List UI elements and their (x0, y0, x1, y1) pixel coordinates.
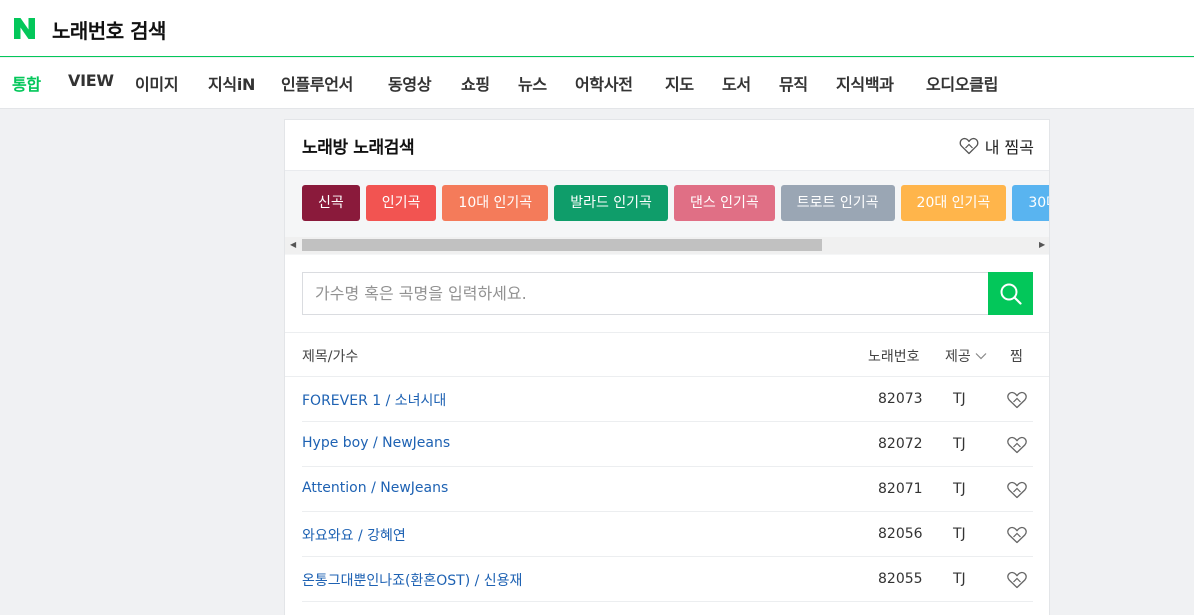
search-button[interactable] (988, 272, 1033, 315)
result-list: FOREVER 1 / 소녀시대 82073 TJ Hype boy / New… (302, 377, 1033, 602)
song-provider: TJ (953, 436, 966, 452)
table-row: Hype boy / NewJeans 82072 TJ (302, 422, 1033, 467)
tab-shopping[interactable]: 쇼핑 (461, 71, 490, 95)
tab-dictionary[interactable]: 어학사전 (575, 71, 633, 95)
song-number: 82071 (878, 481, 923, 497)
chip-ballad-popular[interactable]: 발라드 인기곡 (554, 185, 668, 221)
song-number: 82073 (878, 391, 923, 407)
favorite-heart-icon[interactable] (1006, 526, 1028, 544)
tab-view[interactable]: VIEW (68, 71, 114, 90)
song-number: 82056 (878, 526, 923, 542)
header-song-number: 노래번호 (868, 349, 920, 365)
song-number: 82055 (878, 571, 923, 587)
song-search-input[interactable] (302, 272, 988, 315)
song-title-link[interactable]: Attention / NewJeans (302, 480, 448, 496)
song-search-form (302, 272, 1033, 315)
page-title: 노래번호 검색 (52, 19, 166, 43)
chip-dance-popular[interactable]: 댄스 인기곡 (673, 185, 775, 221)
chip-new-songs[interactable]: 신곡 (302, 185, 360, 221)
tab-map[interactable]: 지도 (665, 71, 694, 95)
tab-images[interactable]: 이미지 (135, 71, 179, 95)
chip-teens-popular[interactable]: 10대 인기곡 (442, 185, 549, 221)
tab-videos[interactable]: 동영상 (388, 71, 432, 95)
table-row: 온통그대뿐인나죠(환혼OST) / 신용재 82055 TJ (302, 557, 1033, 602)
favorite-heart-icon[interactable] (1006, 391, 1028, 409)
tab-audioclip[interactable]: 오디오클립 (926, 71, 998, 95)
my-favorites-label: 내 찜곡 (984, 138, 1034, 157)
top-bar: 노래번호 검색 (0, 0, 1194, 57)
song-title-link[interactable]: Hype boy / NewJeans (302, 435, 450, 451)
table-row: Attention / NewJeans 82071 TJ (302, 467, 1033, 512)
tab-books[interactable]: 도서 (722, 71, 751, 95)
favorite-heart-icon[interactable] (1006, 436, 1028, 454)
song-title-link[interactable]: 온통그대뿐인나죠(환혼OST) / 신용재 (302, 570, 522, 590)
search-icon (1000, 283, 1022, 305)
chip-row: 신곡 인기곡 10대 인기곡 발라드 인기곡 댄스 인기곡 트로트 인기곡 20… (302, 185, 1049, 221)
chip-trot-popular[interactable]: 트로트 인기곡 (780, 185, 895, 221)
chevron-down-icon (975, 353, 987, 360)
song-provider: TJ (953, 481, 966, 497)
scroll-left-arrow-icon[interactable]: ◀ (290, 240, 296, 250)
tab-news[interactable]: 뉴스 (518, 71, 547, 95)
favorite-heart-icon[interactable] (1006, 571, 1028, 589)
song-provider: TJ (953, 571, 966, 587)
provider-filter[interactable]: 제공 (945, 346, 987, 366)
header-title-artist: 제목/가수 (302, 349, 359, 365)
song-provider: TJ (953, 526, 966, 542)
card-header: 노래방 노래검색 내 찜곡 (285, 120, 1049, 171)
card-title: 노래방 노래검색 (302, 138, 415, 158)
chart-category-chips: 신곡 인기곡 10대 인기곡 발라드 인기곡 댄스 인기곡 트로트 인기곡 20… (285, 171, 1049, 255)
tab-knowledge-in[interactable]: 지식iN (208, 71, 255, 95)
my-favorites-link[interactable]: 내 찜곡 (959, 134, 1034, 158)
tab-music[interactable]: 뮤직 (779, 71, 808, 95)
song-title-link[interactable]: 와요와요 / 강혜연 (302, 525, 406, 545)
tab-encyclopedia[interactable]: 지식백과 (836, 71, 894, 95)
chip-30s-popular[interactable]: 30대 인기곡 (1012, 185, 1049, 221)
tab-integrated[interactable]: 통합 (12, 71, 41, 95)
song-provider: TJ (953, 391, 966, 407)
tab-influencer[interactable]: 인플루언서 (281, 71, 353, 95)
result-table-header: 제목/가수 노래번호 제공 찜 (285, 332, 1049, 377)
favorite-heart-icon[interactable] (1006, 481, 1028, 499)
table-row: FOREVER 1 / 소녀시대 82073 TJ (302, 377, 1033, 422)
karaoke-search-card: 노래방 노래검색 내 찜곡 신곡 인기곡 10대 인기곡 발라드 인기곡 댄스 … (284, 119, 1050, 615)
scroll-right-arrow-icon[interactable]: ▶ (1039, 240, 1045, 250)
chip-popular[interactable]: 인기곡 (365, 185, 437, 221)
scrollbar-thumb[interactable] (302, 239, 822, 251)
header-favorite: 찜 (1010, 349, 1023, 365)
naver-logo-icon[interactable] (12, 16, 37, 41)
heart-outline-icon (959, 137, 979, 155)
header-provider: 제공 (945, 349, 971, 365)
category-nav: 통합 VIEW 이미지 지식iN 인플루언서 동영상 쇼핑 뉴스 어학사전 지도… (0, 58, 1194, 109)
chip-20s-popular[interactable]: 20대 인기곡 (900, 185, 1007, 221)
horizontal-scrollbar[interactable]: ◀ ▶ (285, 237, 1049, 254)
table-row: 와요와요 / 강혜연 82056 TJ (302, 512, 1033, 557)
song-number: 82072 (878, 436, 923, 452)
song-title-link[interactable]: FOREVER 1 / 소녀시대 (302, 390, 446, 410)
